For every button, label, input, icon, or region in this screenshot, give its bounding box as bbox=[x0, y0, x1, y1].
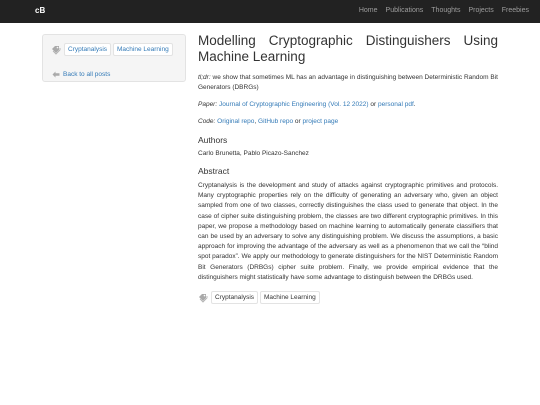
tldr-label: tl;dr: bbox=[198, 74, 211, 81]
sidebar-tag-cryptanalysis[interactable]: Cryptanalysis bbox=[64, 43, 112, 56]
navbar: cB Home Publications Thoughts Projects F… bbox=[0, 0, 540, 23]
nav-links: Home Publications Thoughts Projects Free… bbox=[359, 7, 529, 14]
post-tag-cryptanalysis[interactable]: Cryptanalysis bbox=[211, 291, 259, 305]
tags-icon bbox=[198, 293, 208, 303]
journal-link[interactable]: Journal of Cryptographic Engineering (Vo… bbox=[219, 101, 369, 108]
code-label: Code: bbox=[198, 118, 216, 125]
tldr: tl;dr: we show that sometimes ML has an … bbox=[198, 73, 498, 92]
nav-projects[interactable]: Projects bbox=[468, 7, 493, 14]
paper-label: Paper: bbox=[198, 101, 218, 108]
sidebar-tag-machine-learning[interactable]: Machine Learning bbox=[113, 43, 173, 56]
github-repo-link[interactable]: GitHub repo bbox=[258, 118, 293, 125]
tldr-text: we show that sometimes ML has an advanta… bbox=[198, 74, 498, 91]
nav-publications[interactable]: Publications bbox=[386, 7, 424, 14]
authors-heading: Authors bbox=[198, 135, 228, 145]
sidebar-panel: Cryptanalysis Machine Learning Back to a… bbox=[42, 34, 186, 82]
back-to-posts[interactable]: Back to all posts bbox=[52, 65, 110, 83]
abstract-text: Cryptanalysis is the development and stu… bbox=[198, 182, 498, 281]
sidebar-tags: Cryptanalysis Machine Learning bbox=[51, 43, 175, 56]
nav-thoughts[interactable]: Thoughts bbox=[431, 7, 460, 14]
authors-list: Carlo Brunetta, Pablo Picazo-Sanchez bbox=[198, 150, 309, 157]
page-title-line1: Modelling Cryptographic Distinguishers U… bbox=[198, 33, 498, 48]
abstract-heading: Abstract bbox=[198, 166, 230, 176]
code-line: Code: Original repo, GitHub repo or proj… bbox=[198, 118, 339, 125]
project-page-link[interactable]: project page bbox=[302, 118, 338, 125]
original-repo-link[interactable]: Original repo bbox=[217, 118, 254, 125]
page-title-line2: Machine Learning bbox=[198, 49, 306, 64]
paper-line: Paper: Journal of Cryptographic Engineer… bbox=[198, 101, 416, 108]
arrow-left-icon bbox=[52, 65, 60, 83]
nav-home[interactable]: Home bbox=[359, 7, 378, 14]
nav-freebies[interactable]: Freebies bbox=[502, 7, 529, 14]
back-to-posts-link[interactable]: Back to all posts bbox=[63, 71, 110, 78]
post-tags: Cryptanalysis Machine Learning bbox=[198, 291, 498, 305]
personal-pdf-link[interactable]: personal pdf bbox=[378, 101, 414, 108]
brand-logo[interactable]: cB bbox=[35, 6, 45, 15]
code-or: or bbox=[294, 118, 301, 125]
tags-icon bbox=[51, 45, 61, 55]
post-content: Modelling Cryptographic Distinguishers U… bbox=[198, 33, 498, 305]
page-title: Modelling Cryptographic Distinguishers U… bbox=[198, 33, 498, 65]
paper-or: or bbox=[370, 101, 377, 108]
post-tag-machine-learning[interactable]: Machine Learning bbox=[260, 291, 320, 305]
